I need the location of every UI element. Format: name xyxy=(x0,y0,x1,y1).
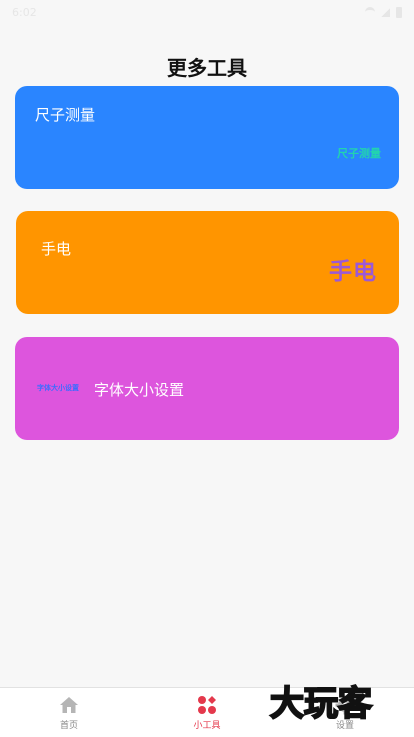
settings-icon xyxy=(335,695,355,715)
wifi-icon xyxy=(365,7,375,17)
tools-icon xyxy=(197,695,217,715)
ruler-tool-badge: 尺子测量 xyxy=(337,147,381,160)
status-time: 6:02 xyxy=(12,5,37,19)
nav-item-tools-label: 小工具 xyxy=(193,720,221,731)
flashlight-tool-badge: 手电 xyxy=(329,259,377,285)
font-size-tool-badge: 字体大小设置 xyxy=(37,384,79,392)
bottom-nav: 首页 小工具 设置 xyxy=(0,687,414,737)
font-size-tool-label: 字体大小设置 xyxy=(94,381,185,399)
page-title: 更多工具 xyxy=(167,56,247,80)
nav-item-tools[interactable]: 小工具 xyxy=(138,688,276,737)
flashlight-tool-label: 手电 xyxy=(41,240,72,258)
battery-icon xyxy=(396,6,402,18)
ruler-tool-label: 尺子测量 xyxy=(35,106,96,124)
home-icon xyxy=(59,695,79,715)
ruler-tool-card[interactable]: 尺子测量 尺子测量 xyxy=(15,86,399,189)
status-icons xyxy=(365,6,402,18)
status-bar: 6:02 xyxy=(0,0,414,24)
nav-item-home[interactable]: 首页 xyxy=(0,688,138,737)
nav-item-settings-label: 设置 xyxy=(335,720,354,731)
nav-item-home-label: 首页 xyxy=(59,720,78,731)
font-size-tool-card[interactable]: 字体大小设置 字体大小设置 xyxy=(15,337,399,440)
nav-item-settings[interactable]: 设置 xyxy=(276,688,414,737)
flashlight-tool-card[interactable]: 手电 手电 xyxy=(16,211,399,314)
signal-icon xyxy=(381,7,390,17)
